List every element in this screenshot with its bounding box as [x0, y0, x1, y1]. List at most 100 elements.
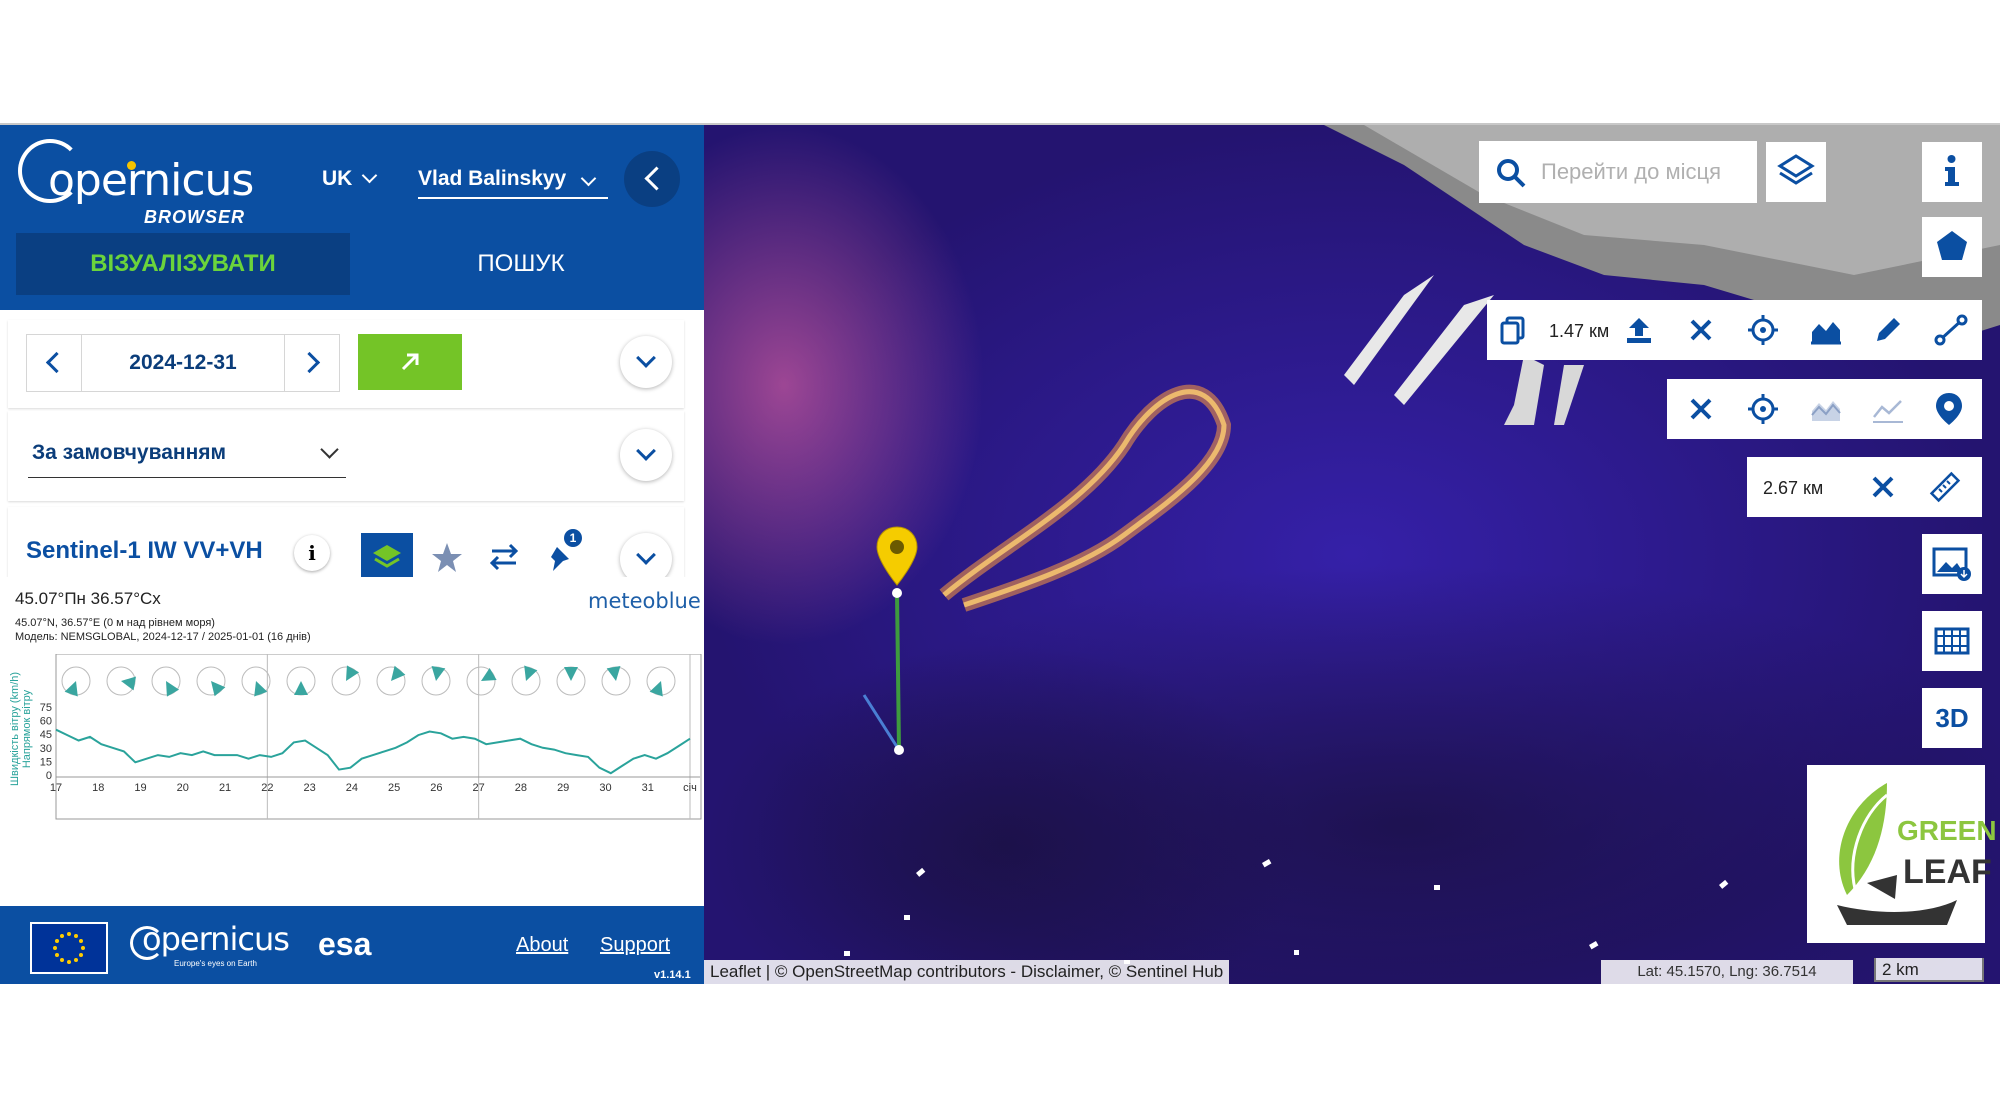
meteoblue-logo[interactable]: meteoblue	[588, 589, 701, 613]
upload-icon[interactable]	[1623, 314, 1655, 346]
weather-model: Модель: NEMSGLOBAL, 2024-12-17 / 2025-01…	[15, 631, 311, 643]
tab-visualize[interactable]: ВІЗУАЛІЗУВАТИ	[16, 233, 350, 295]
expand-style-button[interactable]	[620, 429, 672, 481]
date-value[interactable]: 2024-12-31	[81, 335, 285, 391]
x-tick-label: 20	[177, 782, 189, 794]
wind-chart-svg: Швидкість вітру (km/h) Напрямок вітру 75…	[9, 653, 702, 820]
expand-date-button[interactable]	[620, 336, 672, 388]
version-label: v1.14.1	[654, 969, 691, 981]
polygon-tool-button[interactable]	[1922, 217, 1982, 277]
style-panel: За замовчуванням	[8, 411, 684, 501]
map-marker-icon[interactable]	[875, 525, 919, 587]
copy-icon[interactable]	[1497, 314, 1529, 346]
wind-chart: Швидкість вітру (km/h) Напрямок вітру 75…	[0, 653, 704, 899]
3d-view-button[interactable]: 3D	[1922, 688, 1982, 748]
map-attribution[interactable]: Leaflet | © OpenStreetMap contributors -…	[704, 960, 1230, 984]
x-tick-label: 30	[599, 782, 611, 794]
layers-icon	[373, 545, 401, 568]
logo-dot	[127, 161, 136, 170]
pin-toolbar	[1667, 379, 1982, 439]
x-tick-label: 29	[557, 782, 569, 794]
area-chart-disabled-icon[interactable]	[1809, 393, 1843, 425]
green-leaf-logo: GREEN LEAF	[1807, 765, 1997, 943]
language-selector[interactable]: UK	[322, 167, 378, 191]
logo-leaf-text: LEAF	[1903, 853, 1992, 891]
language-label: UK	[322, 167, 353, 190]
scale-bar: 2 km	[1874, 958, 1984, 982]
logo-c-shape	[130, 926, 164, 960]
x-tick-label: січ	[683, 782, 697, 794]
style-select[interactable]: За замовчуванням	[28, 431, 346, 478]
pins-count-badge: 1	[564, 529, 582, 547]
area-chart-icon[interactable]	[1809, 314, 1843, 346]
crosshair-icon[interactable]	[1747, 314, 1779, 346]
eu-stars-icon	[53, 932, 85, 964]
line-measure-icon[interactable]	[1934, 314, 1968, 346]
x-tick-label: 26	[430, 782, 442, 794]
layers-toggle-button[interactable]	[1766, 142, 1826, 202]
line-chart-disabled-icon[interactable]	[1871, 393, 1905, 425]
location-pin-icon[interactable]	[1933, 391, 1965, 427]
x-tick-label: 21	[219, 782, 231, 794]
favorite-button[interactable]	[421, 533, 473, 577]
pencil-icon[interactable]	[1872, 314, 1904, 346]
x-tick-label: 17	[50, 782, 62, 794]
chart-plot-area	[55, 653, 702, 820]
previous-date-button[interactable]	[27, 335, 82, 391]
y-tick-label: 30	[40, 743, 52, 755]
user-menu[interactable]: Vlad Balinskyy	[418, 167, 608, 199]
support-link[interactable]: Support	[600, 934, 670, 957]
y-tick-label: 15	[40, 756, 52, 768]
layers-button[interactable]	[361, 533, 413, 577]
crosshair-icon[interactable]	[1747, 393, 1779, 425]
distance-value: 2.67 км	[1763, 478, 1824, 498]
expand-layer-button[interactable]	[620, 533, 672, 577]
location-search[interactable]: Перейти до місця	[1479, 141, 1757, 203]
arrow-up-right-icon	[401, 353, 419, 371]
area-value: 1.47 км	[1549, 321, 1610, 341]
map-view[interactable]: Перейти до місця 1.47 км 2.67 км 3D GREE…	[704, 125, 2000, 984]
image-download-icon	[1932, 547, 1971, 581]
image-download-button[interactable]	[1922, 534, 1982, 594]
close-icon[interactable]	[1867, 471, 1899, 503]
info-icon[interactable]: i	[294, 535, 330, 571]
style-selected: За замовчуванням	[32, 441, 227, 464]
user-name: Vlad Balinskyy	[418, 167, 567, 190]
sidebar-header: opernicus BROWSER UK Vlad Balinskyy ВІЗУ…	[0, 125, 704, 310]
x-tick-label: 23	[303, 782, 315, 794]
open-external-button[interactable]	[358, 334, 462, 390]
cursor-coordinates: Lat: 45.1570, Lng: 36.7514	[1601, 960, 1853, 984]
tab-search[interactable]: ПОШУК	[354, 233, 688, 295]
about-link[interactable]: About	[516, 934, 568, 957]
search-icon	[1497, 159, 1526, 188]
info-button[interactable]	[1922, 142, 1982, 202]
x-tick-label: 24	[346, 782, 358, 794]
esa-text: esa	[318, 926, 372, 962]
copernicus-browser-logo[interactable]: opernicus BROWSER	[18, 133, 254, 227]
x-tick-label: 19	[134, 782, 146, 794]
date-picker: 2024-12-31	[26, 334, 340, 392]
chart-y-ticks: 75 6045 3015 0	[40, 702, 52, 782]
film-icon	[1934, 627, 1970, 655]
ruler-icon[interactable]	[1927, 469, 1963, 505]
logo-subtitle: BROWSER	[144, 207, 245, 227]
footer-copernicus-logo[interactable]: opernicus	[130, 920, 290, 960]
eu-flag-logo	[30, 922, 108, 974]
x-tick-label: 28	[515, 782, 527, 794]
timelapse-button[interactable]	[1922, 611, 1982, 671]
star-icon	[432, 543, 462, 572]
distance-toolbar: 2.67 км	[1747, 457, 1982, 517]
close-icon[interactable]	[1685, 314, 1717, 346]
collapse-sidebar-button[interactable]	[624, 151, 680, 207]
compare-button[interactable]	[478, 533, 530, 577]
swap-icon	[489, 543, 519, 571]
next-date-button[interactable]	[284, 335, 339, 391]
layer-panel: Sentinel-1 IW VV+VH i 1	[8, 507, 684, 577]
logo-green-text: GREEN	[1897, 815, 1997, 846]
weather-title: 45.07°Пн 36.57°Сх	[15, 589, 161, 608]
esa-logo[interactable]: esa	[318, 926, 371, 963]
area-toolbar: 1.47 км	[1487, 300, 1982, 360]
layer-title: Sentinel-1 IW VV+VH	[26, 537, 263, 564]
x-tick-label: 31	[642, 782, 654, 794]
close-icon[interactable]	[1685, 393, 1717, 425]
